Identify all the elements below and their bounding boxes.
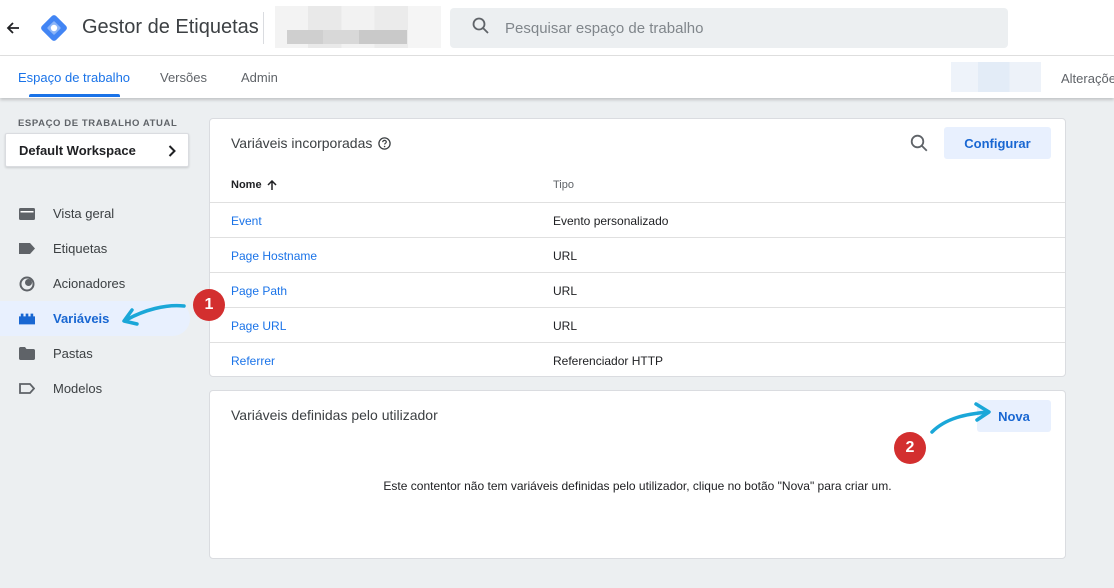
top-header: Gestor de Etiquetas xyxy=(0,0,1114,56)
column-header-name-text: Nome xyxy=(231,179,262,191)
variables-icon xyxy=(19,312,35,326)
tag-icon xyxy=(19,242,35,256)
variable-name-link[interactable]: Page URL xyxy=(231,319,286,333)
table-row: Page URL URL xyxy=(210,307,1065,342)
help-icon[interactable] xyxy=(378,136,392,150)
variable-name-link[interactable]: Event xyxy=(231,214,262,228)
sidebar-item-tags[interactable]: Etiquetas xyxy=(0,231,190,266)
sidebar-item-templates[interactable]: Modelos xyxy=(0,371,190,406)
table-row: Page Hostname URL xyxy=(210,237,1065,272)
column-header-name[interactable]: Nome xyxy=(231,179,277,191)
account-selector-redacted[interactable] xyxy=(275,6,441,48)
empty-state-message: Este contentor não tem variáveis definid… xyxy=(383,479,892,493)
sidebar-item-label: Variáveis xyxy=(53,311,110,326)
annotation-arrow-1 xyxy=(122,303,186,326)
step-badge-1: 1 xyxy=(193,289,225,321)
sidebar-item-folders[interactable]: Pastas xyxy=(0,336,190,371)
sidebar-item-label: Acionadores xyxy=(53,276,126,291)
trigger-icon xyxy=(19,276,35,291)
variable-name-link[interactable]: Page Hostname xyxy=(231,249,317,263)
workspace-info-redacted xyxy=(951,62,1041,92)
table-row: Event Evento personalizado xyxy=(210,202,1065,237)
search-icon[interactable] xyxy=(910,134,928,157)
tab-workspace[interactable]: Espaço de trabalho xyxy=(18,70,130,85)
tab-admin[interactable]: Admin xyxy=(241,70,278,85)
header-divider xyxy=(263,12,264,44)
folder-icon xyxy=(19,347,35,361)
template-icon xyxy=(19,382,35,396)
table-row: Referrer Referenciador HTTP xyxy=(210,342,1065,377)
active-tab-indicator xyxy=(29,94,120,97)
sidebar-item-label: Pastas xyxy=(53,346,93,361)
tag-manager-logo-icon xyxy=(40,14,68,42)
variable-name-link[interactable]: Page Path xyxy=(231,284,287,298)
sort-arrow-up-icon xyxy=(267,179,277,190)
builtin-variables-title-text: Variáveis incorporadas xyxy=(231,135,373,151)
sidebar-item-label: Etiquetas xyxy=(53,241,108,256)
tab-versions[interactable]: Versões xyxy=(160,70,207,85)
step-badge-2: 2 xyxy=(894,432,926,464)
workspace-selector[interactable]: Default Workspace xyxy=(5,133,189,167)
search-icon xyxy=(472,17,489,39)
changes-label: Alterações xyxy=(1061,71,1114,86)
annotation-arrow-2 xyxy=(930,402,991,434)
sub-navigation: Espaço de trabalho Versões Admin Alteraç… xyxy=(0,56,1114,98)
variable-name-link[interactable]: Referrer xyxy=(231,354,275,368)
builtin-variables-table: Event Evento personalizado Page Hostname… xyxy=(210,202,1065,377)
search-input[interactable] xyxy=(505,19,985,37)
configure-button[interactable]: Configurar xyxy=(944,127,1051,159)
sidebar-item-overview[interactable]: Vista geral xyxy=(0,196,190,231)
variable-type: Referenciador HTTP xyxy=(553,354,664,368)
builtin-variables-card: Variáveis incorporadas Configurar Nome T… xyxy=(209,118,1066,377)
user-defined-variables-title: Variáveis definidas pelo utilizador xyxy=(231,407,438,423)
app-title: Gestor de Etiquetas xyxy=(82,16,259,38)
variable-type: URL xyxy=(553,319,578,333)
builtin-variables-title: Variáveis incorporadas xyxy=(231,135,392,151)
folder-overview-icon xyxy=(19,207,35,221)
current-workspace-label: ESPAÇO DE TRABALHO ATUAL xyxy=(18,118,178,129)
table-row: Page Path URL xyxy=(210,272,1065,307)
variable-type: Evento personalizado xyxy=(553,214,669,228)
sidebar-item-label: Modelos xyxy=(53,381,103,396)
workspace-name: Default Workspace xyxy=(19,142,136,158)
column-header-type: Tipo xyxy=(553,179,574,191)
sidebar-item-label: Vista geral xyxy=(53,206,115,221)
back-arrow-icon[interactable] xyxy=(2,16,24,40)
chevron-right-icon xyxy=(168,144,176,157)
variable-type: URL xyxy=(553,249,578,263)
variable-type: URL xyxy=(553,284,578,298)
workspace-search[interactable] xyxy=(450,8,1008,48)
